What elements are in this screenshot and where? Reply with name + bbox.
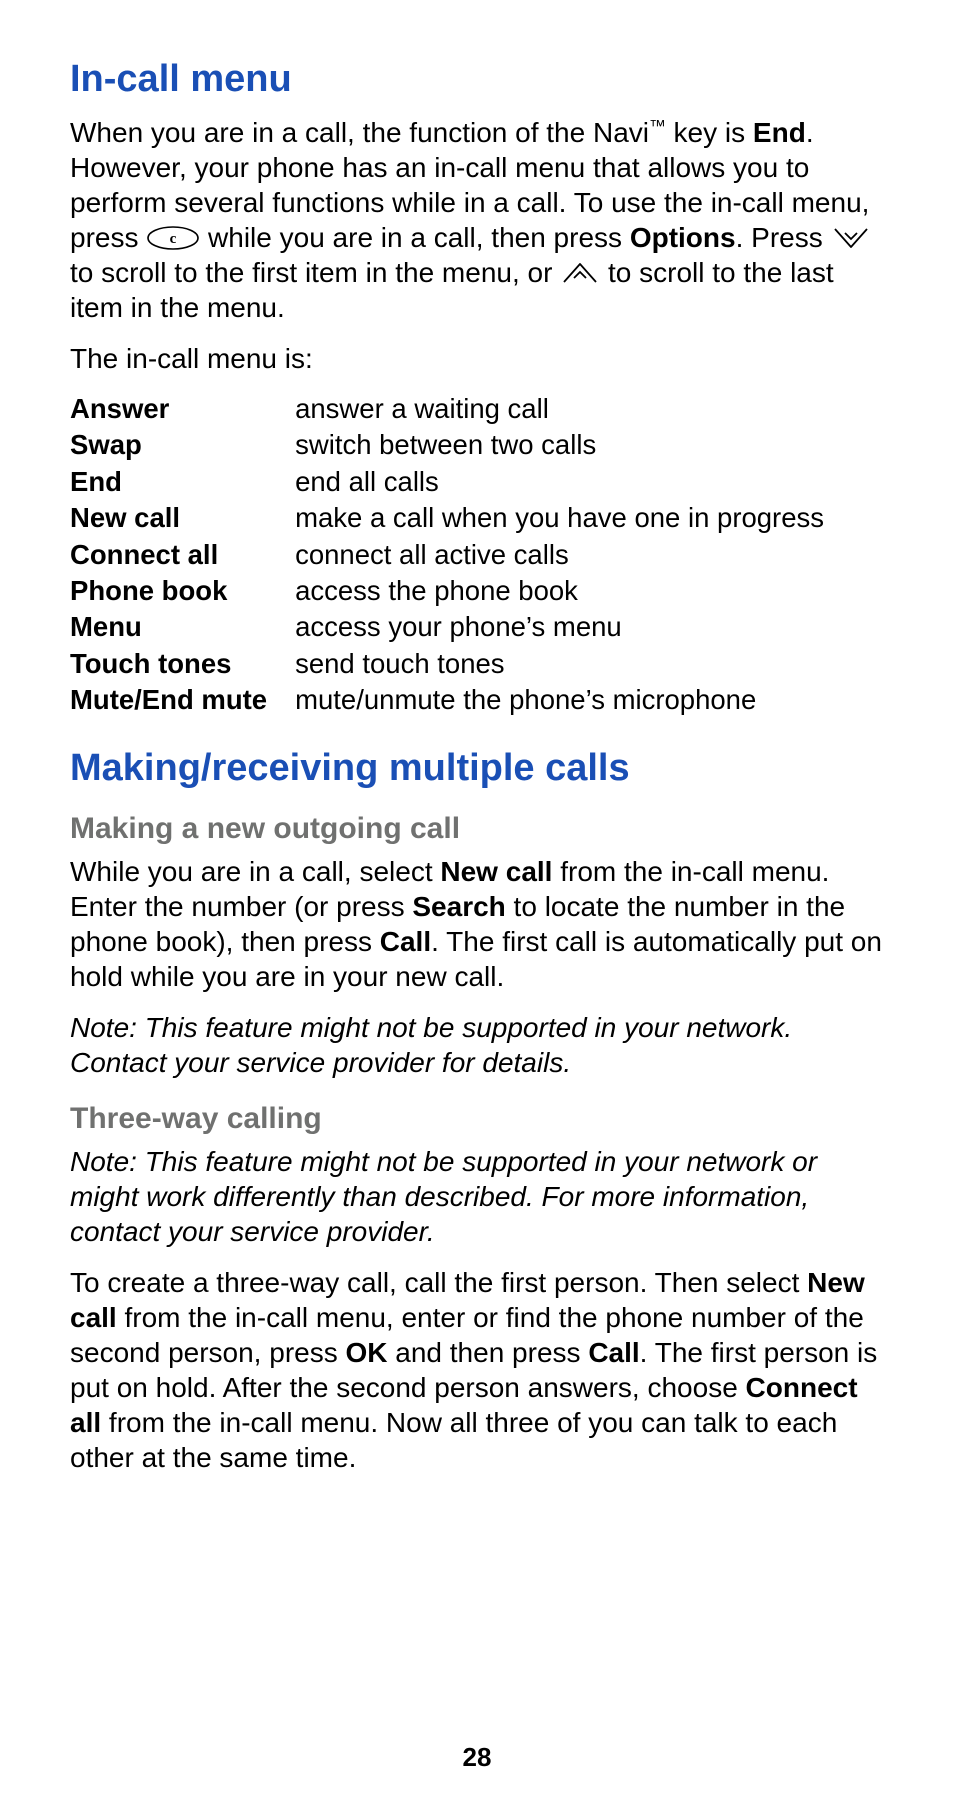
menu-desc: make a call when you have one in progres… — [295, 501, 824, 537]
intro-text-d: while you are in a call, then press — [208, 222, 630, 253]
intro-list-lead: The in-call menu is: — [70, 341, 884, 376]
intro-text-b: key is — [666, 117, 753, 148]
note-three-way: Note: This feature might not be supporte… — [70, 1144, 884, 1249]
menu-desc: mute/unmute the phone’s microphone — [295, 683, 824, 719]
note-outgoing: Note: This feature might not be supporte… — [70, 1010, 884, 1080]
table-row: New call make a call when you have one i… — [70, 501, 824, 537]
menu-term: Connect all — [70, 538, 295, 574]
outgoing-paragraph: While you are in a call, select New call… — [70, 854, 884, 994]
menu-term: New call — [70, 501, 295, 537]
threeway-c: and then press — [388, 1337, 589, 1368]
three-way-paragraph: To create a three-way call, call the fir… — [70, 1265, 884, 1475]
threeway-e: from the in-call menu. Now all three of … — [70, 1407, 837, 1473]
menu-term: Phone book — [70, 574, 295, 610]
bold-options: Options — [630, 222, 736, 253]
c-key-icon: c — [146, 225, 200, 251]
threeway-a: To create a three-way call, call the fir… — [70, 1267, 807, 1298]
table-row: End end all calls — [70, 465, 824, 501]
scroll-up-icon — [560, 260, 600, 286]
bold-call: Call — [380, 926, 431, 957]
heading-in-call-menu: In-call menu — [70, 58, 884, 101]
table-row: Mute/End mute mute/unmute the phone’s mi… — [70, 683, 824, 719]
intro-text-a: When you are in a call, the function of … — [70, 117, 649, 148]
intro-paragraph: When you are in a call, the function of … — [70, 115, 884, 325]
bold-ok: OK — [346, 1337, 388, 1368]
svg-text:c: c — [170, 231, 177, 247]
in-call-menu-table: Answer answer a waiting call Swap switch… — [70, 392, 824, 719]
menu-term: Touch tones — [70, 647, 295, 683]
menu-desc: end all calls — [295, 465, 824, 501]
table-row: Swap switch between two calls — [70, 428, 824, 464]
menu-term: Swap — [70, 428, 295, 464]
heading-multiple-calls: Making/receiving multiple calls — [70, 747, 884, 790]
bold-end: End — [753, 117, 806, 148]
menu-desc: answer a waiting call — [295, 392, 824, 428]
scroll-down-icon — [831, 225, 871, 251]
table-row: Answer answer a waiting call — [70, 392, 824, 428]
subheading-new-outgoing: Making a new outgoing call — [70, 812, 884, 846]
page-number: 28 — [0, 1742, 954, 1773]
table-row: Touch tones send touch tones — [70, 647, 824, 683]
menu-desc: switch between two calls — [295, 428, 824, 464]
menu-desc: access the phone book — [295, 574, 824, 610]
menu-term: Answer — [70, 392, 295, 428]
trademark-symbol: ™ — [649, 117, 666, 136]
subheading-three-way: Three-way calling — [70, 1102, 884, 1136]
menu-desc: send touch tones — [295, 647, 824, 683]
intro-text-e: . Press — [736, 222, 831, 253]
menu-term: Mute/End mute — [70, 683, 295, 719]
bold-call-2: Call — [588, 1337, 639, 1368]
table-row: Phone book access the phone book — [70, 574, 824, 610]
outgoing-a: While you are in a call, select — [70, 856, 440, 887]
menu-term: End — [70, 465, 295, 501]
menu-desc: access your phone’s menu — [295, 610, 824, 646]
intro-text-f: to scroll to the first item in the menu,… — [70, 257, 560, 288]
menu-desc: connect all active calls — [295, 538, 824, 574]
bold-search: Search — [412, 891, 505, 922]
table-row: Menu access your phone’s menu — [70, 610, 824, 646]
menu-term: Menu — [70, 610, 295, 646]
bold-new-call: New call — [440, 856, 552, 887]
table-row: Connect all connect all active calls — [70, 538, 824, 574]
